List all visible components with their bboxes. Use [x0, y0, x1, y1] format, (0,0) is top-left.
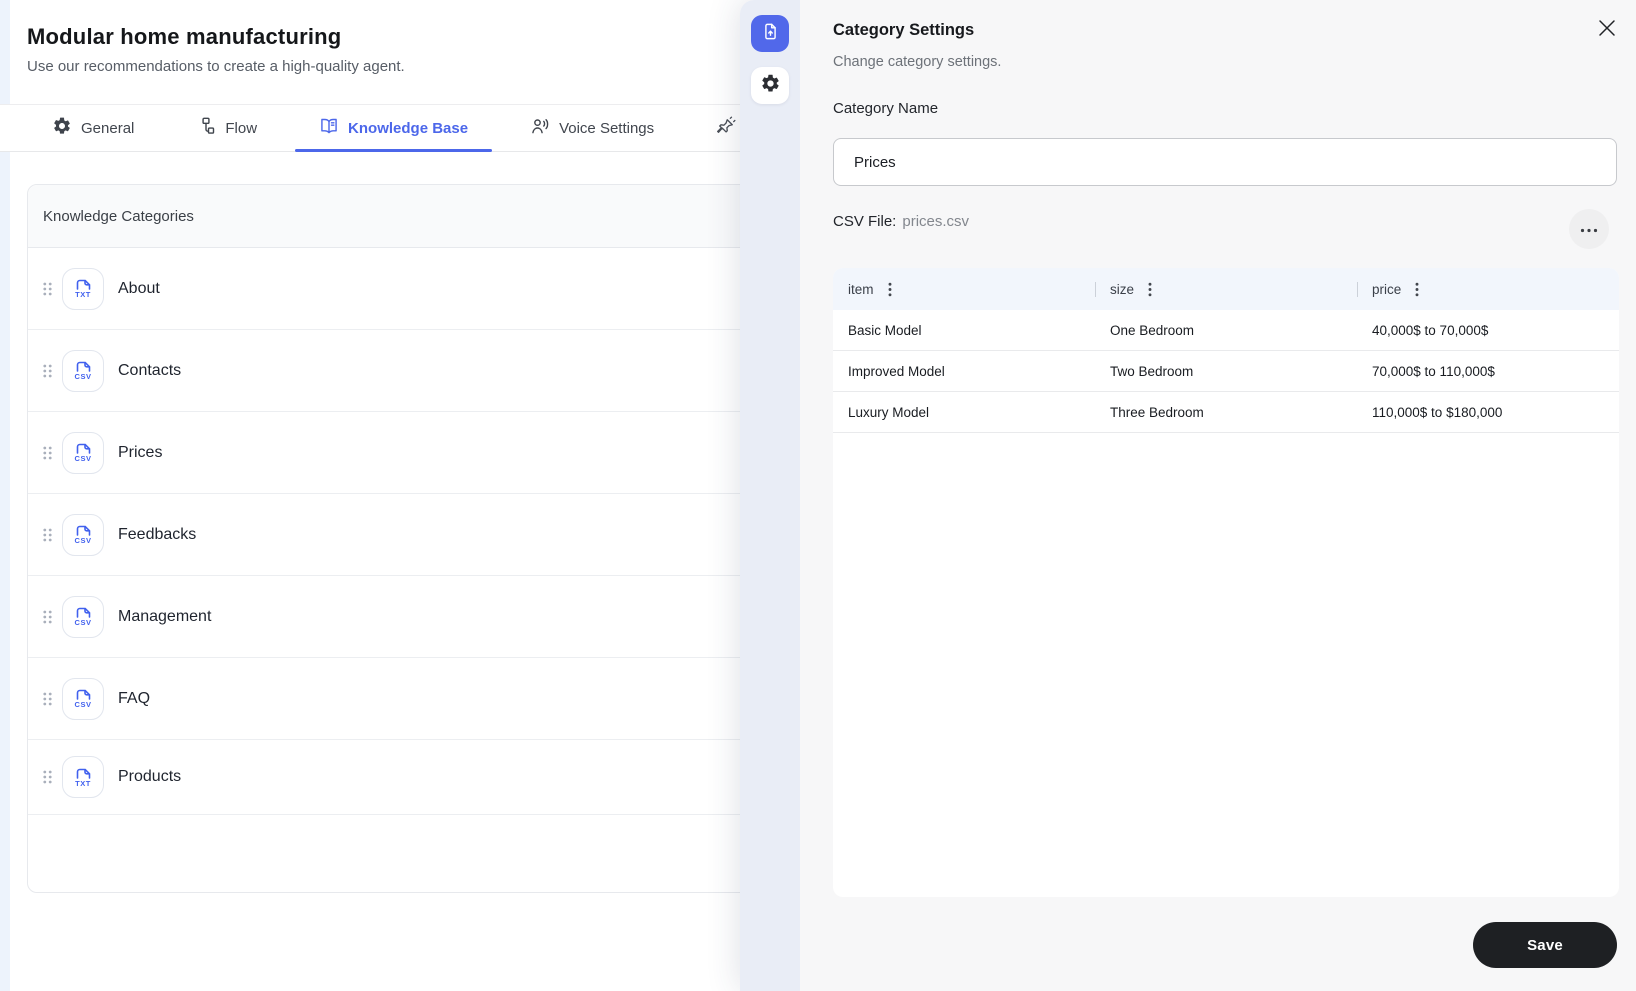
category-name: Products: [118, 768, 182, 785]
settings-button[interactable]: [751, 67, 789, 104]
tab-voice-settings[interactable]: Voice Settings: [504, 105, 680, 151]
file-type-badge: TXT: [75, 290, 91, 300]
table-row: Improved Model Two Bedroom 70,000$ to 11…: [833, 351, 1619, 392]
file-type-icon: CSV: [62, 431, 104, 474]
column-menu-button[interactable]: [1411, 280, 1423, 298]
csv-file-line: CSV File: prices.csv: [833, 213, 969, 230]
csv-file-name: prices.csv: [902, 213, 970, 230]
kebab-icon: [1148, 282, 1152, 296]
file-type-icon: CSV: [62, 677, 104, 720]
drag-handle-icon[interactable]: [42, 769, 53, 785]
category-name-label: Category Name: [833, 100, 939, 117]
column-label: item: [848, 281, 874, 297]
cell-price: 70,000$ to 110,000$: [1372, 363, 1495, 379]
settings-icon: [760, 73, 781, 99]
tab-knowledge-base[interactable]: Knowledge Base: [293, 105, 494, 152]
file-type-icon: TXT: [62, 756, 104, 798]
file-type-badge: CSV: [74, 700, 92, 710]
cell-item: Luxury Model: [848, 404, 930, 420]
csv-preview-table: item size price Basic Model One Bedroom: [833, 268, 1619, 897]
tab-flow[interactable]: Flow: [170, 105, 283, 151]
file-type-badge: CSV: [74, 618, 92, 628]
file-page-icon: [76, 361, 91, 373]
table-header-row: item size price: [833, 268, 1619, 310]
page-header: Modular home manufacturing Use our recom…: [27, 24, 405, 75]
category-settings-panel: Category Settings Change category settin…: [800, 0, 1636, 991]
voice-icon: [530, 116, 550, 140]
file-upload-icon: [761, 22, 780, 46]
file-page-icon: [76, 279, 91, 291]
category-name: Feedbacks: [118, 525, 197, 543]
cell-size: Three Bedroom: [1110, 404, 1204, 420]
column-menu-button[interactable]: [1144, 280, 1156, 298]
drag-handle-icon[interactable]: [42, 281, 53, 297]
tab-flow-label: Flow: [225, 119, 258, 137]
ellipsis-icon: [1580, 220, 1598, 238]
category-name: About: [118, 279, 160, 297]
close-icon: [1597, 18, 1617, 43]
file-type-icon: TXT: [62, 267, 104, 310]
save-button[interactable]: Save: [1473, 922, 1617, 968]
file-page-icon: [76, 689, 91, 701]
kebab-icon: [1415, 282, 1419, 296]
category-name: Management: [118, 607, 212, 625]
file-type-icon: CSV: [62, 513, 104, 556]
cell-price: 40,000$ to 70,000$: [1372, 322, 1489, 338]
page-title: Modular home manufacturing: [27, 24, 342, 49]
column-menu-button[interactable]: [884, 280, 896, 298]
drawer-toolbar-rail: [740, 0, 800, 991]
kebab-icon: [888, 282, 891, 296]
panel-title: Category Settings: [833, 21, 975, 39]
file-type-badge: CSV: [74, 372, 92, 382]
tab-knowledge-base-label: Knowledge Base: [348, 119, 469, 137]
cell-item: Improved Model: [848, 363, 945, 379]
app-screen: Modular home manufacturing Use our recom…: [0, 0, 1636, 991]
column-header-price: price: [1357, 268, 1619, 310]
book-icon: [319, 116, 339, 140]
close-button[interactable]: [1597, 18, 1617, 43]
drag-handle-icon[interactable]: [42, 691, 53, 707]
table-row: Basic Model One Bedroom 40,000$ to 70,00…: [833, 310, 1619, 351]
pin-icon: [716, 116, 736, 140]
category-settings-drawer: Category Settings Change category settin…: [740, 0, 1636, 991]
category-name: Contacts: [118, 361, 182, 379]
csv-file-label: CSV File:: [833, 213, 897, 230]
file-type-badge: CSV: [74, 536, 92, 546]
tab-voice-settings-label: Voice Settings: [559, 119, 655, 137]
file-page-icon: [76, 525, 91, 537]
file-type-icon: CSV: [62, 349, 104, 392]
drag-handle-icon[interactable]: [42, 527, 53, 543]
csv-file-menu-button[interactable]: [1569, 209, 1609, 249]
column-header-size: size: [1095, 268, 1357, 310]
cell-price: 110,000$ to $180,000: [1372, 404, 1503, 420]
knowledge-categories-title: Knowledge Categories: [43, 207, 194, 225]
drag-handle-icon[interactable]: [42, 363, 53, 379]
cell-size: One Bedroom: [1110, 322, 1195, 338]
file-type-badge: CSV: [74, 454, 92, 464]
category-name: Prices: [118, 443, 163, 461]
column-label: price: [1372, 281, 1402, 297]
column-label: size: [1110, 281, 1135, 297]
table-row: Luxury Model Three Bedroom 110,000$ to $…: [833, 392, 1619, 433]
panel-subtitle: Change category settings.: [833, 54, 1002, 70]
drag-handle-icon[interactable]: [42, 609, 53, 625]
category-name: FAQ: [118, 689, 151, 707]
page-subtitle: Use our recommendations to create a high…: [27, 58, 405, 75]
category-name-input[interactable]: [833, 138, 1617, 186]
file-page-icon: [76, 768, 91, 779]
tab-general-label: General: [81, 119, 135, 137]
flow-icon: [196, 116, 216, 140]
file-upload-button[interactable]: [751, 15, 789, 52]
tab-general[interactable]: General: [26, 105, 160, 151]
gear-icon: [52, 116, 72, 140]
cell-size: Two Bedroom: [1110, 363, 1194, 379]
file-page-icon: [76, 607, 91, 619]
file-page-icon: [76, 443, 91, 455]
file-type-icon: CSV: [62, 595, 104, 638]
drag-handle-icon[interactable]: [42, 445, 53, 461]
file-type-badge: TXT: [75, 778, 91, 788]
column-header-item: item: [833, 268, 1095, 310]
cell-item: Basic Model: [848, 322, 922, 338]
